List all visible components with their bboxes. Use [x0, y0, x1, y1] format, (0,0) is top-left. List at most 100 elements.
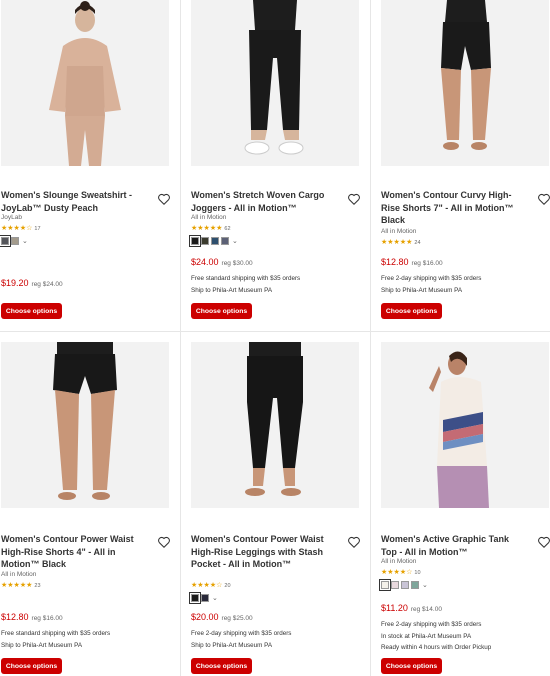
product-title[interactable]: Women's Stretch Woven Cargo Joggers - Al… [191, 189, 326, 214]
shipping-info: Free 2-day shipping with $35 orders Ship… [191, 628, 291, 651]
rating-stars: ★★★★☆ 20 [191, 582, 231, 590]
color-swatch[interactable] [391, 581, 399, 589]
favorite-heart-icon[interactable] [157, 535, 171, 549]
star-icons: ★★★★☆ [381, 569, 413, 576]
regular-price: reg $16.00 [411, 260, 443, 267]
product-brand[interactable]: All in Motion [1, 571, 36, 578]
regular-price: reg $14.00 [410, 606, 442, 613]
product-image[interactable] [1, 0, 169, 166]
product-price: $24.00 reg $30.00 [191, 257, 253, 267]
rating-stars: ★★★★☆ 10 [381, 569, 421, 577]
product-image[interactable] [1, 342, 169, 508]
product-title[interactable]: Women's Contour Curvy High-Rise Shorts 7… [381, 189, 516, 227]
star-icons: ★★★★★ [191, 225, 223, 232]
shipping-line: Ship to Phila-Art Museum PA [1, 641, 83, 649]
product-brand[interactable]: All in Motion [191, 214, 226, 221]
shipping-line: Free standard shipping with $35 orders [191, 275, 301, 282]
product-brand[interactable]: All in Motion [381, 558, 416, 565]
product-image[interactable] [381, 342, 549, 508]
regular-price: reg $30.00 [221, 260, 253, 267]
rating-count: 62 [224, 226, 231, 232]
shipping-info: Free 2-day shipping with $35 orders Ship… [381, 273, 481, 296]
shipping-line: Free 2-day shipping with $35 orders [191, 630, 292, 637]
shipping-line: Ship to Phila-Art Museum PA [191, 641, 273, 649]
favorite-heart-icon[interactable] [347, 535, 361, 549]
sale-price: $12.80 [1, 612, 29, 622]
shipping-line: In stock at Phila-Art Museum PA [381, 632, 472, 640]
product-title[interactable]: Women's Contour Power Waist High-Rise Le… [191, 533, 326, 571]
choose-options-button[interactable]: Choose options [381, 658, 442, 674]
product-card: Women's Active Graphic Tank Top - All in… [379, 342, 550, 676]
color-swatch[interactable] [411, 581, 419, 589]
color-swatch[interactable] [201, 594, 209, 602]
product-card: Women's Contour Curvy High-Rise Shorts 7… [381, 0, 550, 331]
regular-price: reg $24.00 [31, 281, 63, 288]
color-swatch[interactable] [189, 592, 201, 604]
product-brand[interactable]: JoyLab [1, 214, 22, 221]
product-card: Women's Stretch Woven Cargo Joggers - Al… [189, 0, 361, 331]
choose-options-button[interactable]: Choose options [1, 658, 62, 674]
color-swatches: ⌄ [189, 235, 238, 247]
regular-price: reg $16.00 [31, 615, 63, 622]
column-divider [180, 0, 181, 676]
chevron-down-icon[interactable]: ⌄ [422, 581, 428, 589]
product-image[interactable] [381, 0, 549, 166]
color-swatch[interactable] [0, 235, 11, 247]
rating-stars: ★★★★★ 62 [191, 225, 231, 233]
shipping-line: Ship to Phila-Art Museum PA [381, 286, 463, 294]
sale-price: $24.00 [191, 257, 219, 267]
product-title[interactable]: Women's Contour Power Waist High-Rise Sh… [1, 533, 136, 571]
product-brand[interactable]: All in Motion [381, 228, 416, 235]
star-icons: ★★★★★ [381, 239, 413, 246]
shipping-line: Free 2-day shipping with $35 orders [381, 621, 482, 628]
rating-count: 24 [414, 240, 421, 246]
product-title[interactable]: Women's Active Graphic Tank Top - All in… [381, 533, 516, 558]
favorite-heart-icon[interactable] [157, 192, 171, 206]
color-swatches: ⌄ [0, 235, 28, 247]
product-image[interactable] [191, 0, 359, 166]
color-swatches: ⌄ [189, 592, 218, 604]
product-image[interactable] [191, 342, 359, 508]
product-card: Women's Contour Power Waist High-Rise Sh… [1, 342, 171, 676]
shipping-info: Free standard shipping with $35 orders S… [1, 628, 110, 651]
rating-stars: ★★★★★ 24 [381, 239, 421, 247]
sale-price: $20.00 [191, 612, 219, 622]
sale-price: $19.20 [1, 278, 29, 288]
color-swatch[interactable] [11, 237, 19, 245]
product-title[interactable]: Women's Slounge Sweatshirt - JoyLab™ Dus… [1, 189, 136, 214]
color-swatch[interactable] [211, 237, 219, 245]
regular-price: reg $25.00 [221, 615, 253, 622]
chevron-down-icon[interactable]: ⌄ [232, 237, 238, 245]
shipping-line: Ready within 4 hours with Order Pickup [381, 644, 492, 651]
star-icons: ★★★★☆ [191, 582, 223, 589]
color-swatch[interactable] [379, 579, 391, 591]
choose-options-button[interactable]: Choose options [1, 303, 62, 319]
choose-options-button[interactable]: Choose options [191, 658, 252, 674]
favorite-heart-icon[interactable] [537, 192, 550, 206]
chevron-down-icon[interactable]: ⌄ [212, 594, 218, 602]
product-price: $11.20 reg $14.00 [381, 603, 442, 613]
color-swatches: ⌄ [379, 579, 428, 591]
star-icons: ★★★★★ [1, 582, 33, 589]
rating-stars: ★★★★★ 23 [1, 582, 41, 590]
favorite-heart-icon[interactable] [537, 535, 550, 549]
shipping-line: Ship to Phila-Art Museum PA [191, 286, 273, 294]
color-swatch[interactable] [221, 237, 229, 245]
rating-count: 23 [34, 583, 41, 589]
row-divider [0, 331, 550, 332]
product-price: $19.20 reg $24.00 [1, 278, 63, 288]
color-swatch[interactable] [401, 581, 409, 589]
product-price: $20.00 reg $25.00 [191, 612, 253, 622]
product-price: $12.80 reg $16.00 [1, 612, 63, 622]
sale-price: $11.20 [381, 603, 408, 613]
favorite-heart-icon[interactable] [347, 192, 361, 206]
color-swatch[interactable] [189, 235, 201, 247]
choose-options-button[interactable]: Choose options [381, 303, 442, 319]
product-price: $12.80 reg $16.00 [381, 257, 443, 267]
chevron-down-icon[interactable]: ⌄ [22, 237, 28, 245]
shipping-line: Free standard shipping with $35 orders [1, 630, 111, 637]
rating-count: 17 [34, 226, 41, 232]
shipping-line: Free 2-day shipping with $35 orders [381, 275, 482, 282]
choose-options-button[interactable]: Choose options [191, 303, 252, 319]
color-swatch[interactable] [201, 237, 209, 245]
